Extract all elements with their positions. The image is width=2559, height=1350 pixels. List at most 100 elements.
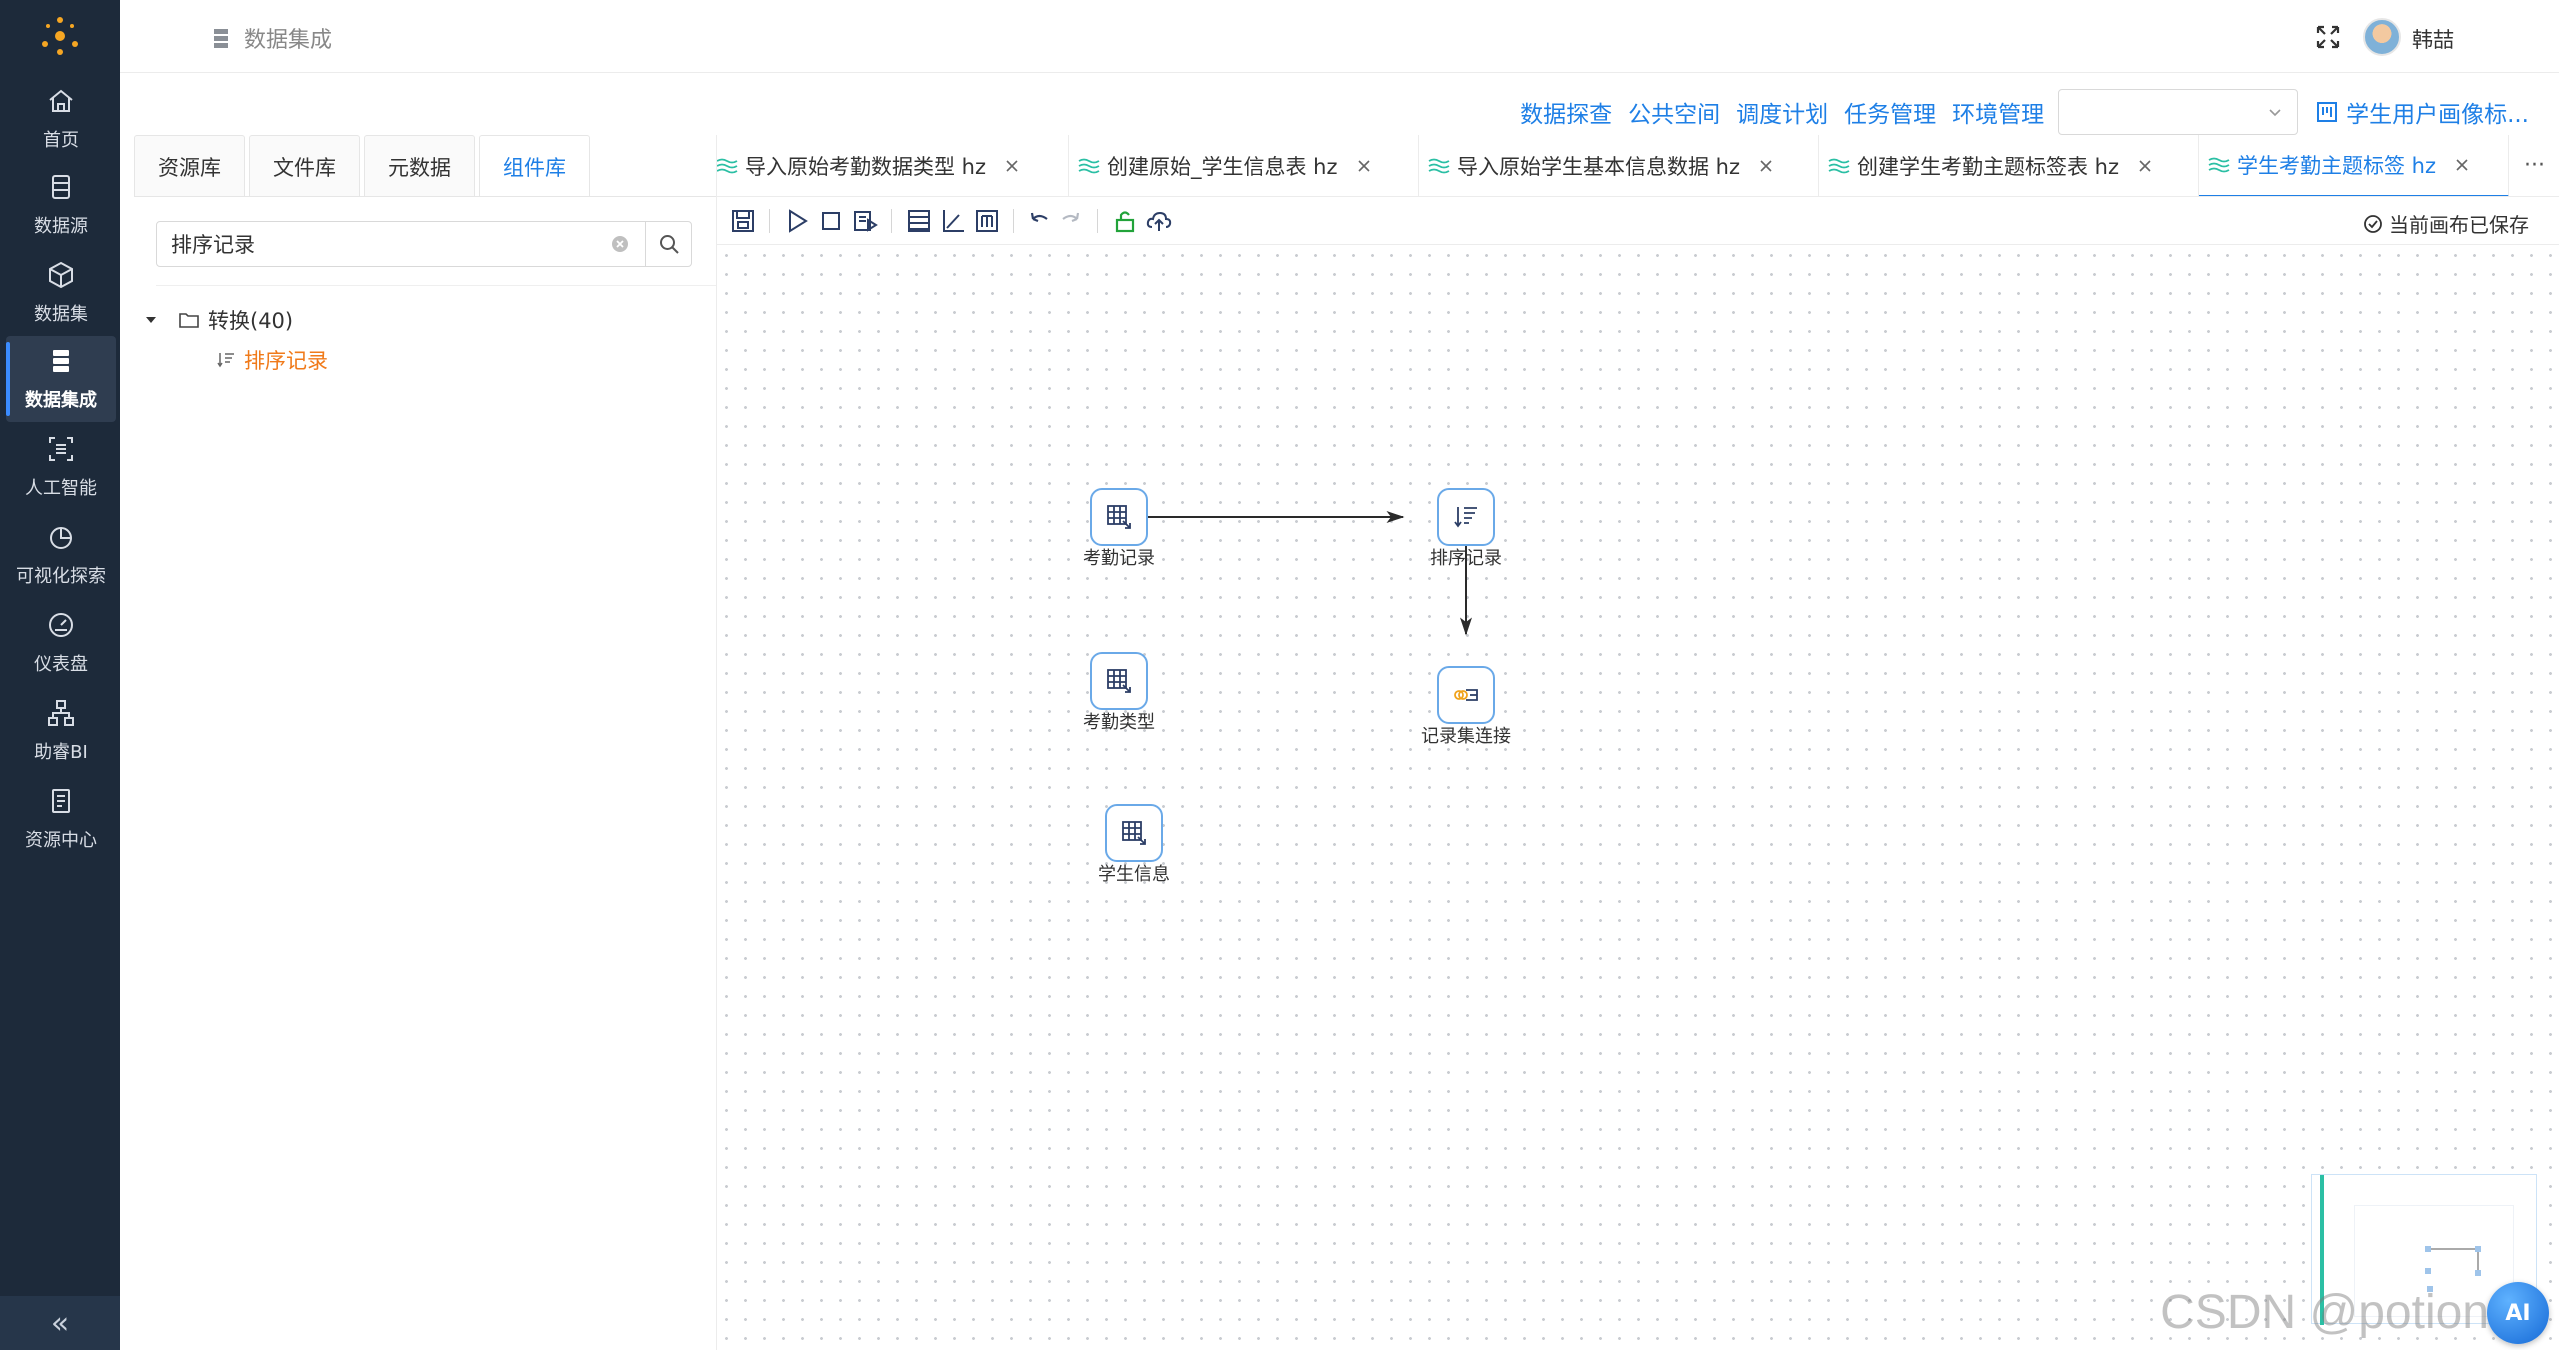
caret-down-icon[interactable] — [144, 313, 158, 327]
node-student-info[interactable] — [1105, 804, 1163, 862]
transform-icon — [717, 158, 738, 174]
node-merge-join[interactable] — [1437, 666, 1495, 724]
search-button[interactable] — [645, 222, 691, 266]
sidebar-collapse-button[interactable]: « — [0, 1296, 120, 1350]
tree-item-sort-records[interactable]: 排序记录 — [144, 340, 328, 380]
student-profile-label: 学生用户画像标... — [2346, 102, 2529, 128]
grid-icon[interactable] — [973, 207, 1001, 235]
more-tabs-button[interactable]: ··· — [2524, 153, 2545, 178]
nav-item-resource-center[interactable]: 资源中心 — [6, 776, 116, 862]
transform-icon — [2208, 157, 2230, 173]
unlock-icon[interactable] — [1111, 207, 1139, 235]
link-schedule-plan[interactable]: 调度计划 — [1736, 95, 1828, 129]
server-stack-icon — [214, 29, 228, 48]
home-icon — [49, 89, 73, 112]
nav-label-data-integration: 数据集成 — [25, 390, 97, 411]
nav-item-datasource[interactable]: 数据源 — [6, 162, 116, 248]
undo-icon[interactable] — [1025, 207, 1053, 235]
stop-icon[interactable] — [817, 207, 845, 235]
upload-icon[interactable] — [1145, 207, 1173, 235]
search-input[interactable] — [157, 222, 611, 266]
flow-canvas[interactable]: 考勤记录 排序记录 考勤类型 记录集连接 学生信息 CSDN @potion A… — [717, 246, 2559, 1350]
nav-item-ai[interactable]: 人工智能 — [6, 424, 116, 510]
tab-resource-library[interactable]: 资源库 — [134, 135, 245, 197]
node-label: 排序记录 — [1430, 548, 1502, 569]
doc-tab-label: 学生考勤主题标签 hz — [2237, 154, 2437, 178]
transform-icon — [1828, 158, 1850, 174]
doc-tab-2[interactable]: 创建原始_学生信息表 hz — [1069, 135, 1419, 196]
panel-tabs: 资源库 文件库 元数据 组件库 — [134, 135, 594, 197]
transform-icon — [1078, 158, 1100, 174]
nav-label-dataset: 数据集 — [34, 304, 88, 325]
tab-metadata[interactable]: 元数据 — [364, 135, 475, 197]
fullscreen-icon[interactable] — [2315, 24, 2341, 50]
tree-folder-transform[interactable]: 转换(40) — [144, 300, 328, 340]
align-icon[interactable] — [939, 207, 967, 235]
component-search — [156, 221, 692, 267]
nav-item-dataset[interactable]: 数据集 — [6, 250, 116, 336]
sort-icon — [1454, 507, 1477, 528]
doc-tab-5-active[interactable]: 学生考勤主题标签 hz — [2199, 135, 2509, 196]
username[interactable]: 韩喆 — [2412, 24, 2454, 54]
link-data-explore[interactable]: 数据探查 — [1520, 95, 1612, 129]
avatar[interactable] — [2363, 18, 2401, 56]
breadcrumb-label: 数据集成 — [244, 28, 333, 53]
toolbar-separator — [1097, 209, 1098, 233]
cube-icon — [49, 261, 73, 289]
close-icon[interactable] — [2137, 158, 2153, 174]
ai-assistant-button[interactable]: AI — [2487, 1282, 2549, 1344]
nav-label-bi: 助睿BI — [34, 742, 88, 763]
panel-tab-divider — [134, 196, 716, 197]
close-icon[interactable] — [1004, 158, 1020, 174]
close-icon[interactable] — [2454, 157, 2470, 173]
nav-item-bi[interactable]: 助睿BI — [6, 688, 116, 774]
link-public-space[interactable]: 公共空间 — [1628, 95, 1720, 129]
toolbar-separator — [769, 209, 770, 233]
layout-icon[interactable] — [905, 207, 933, 235]
doc-tab-1[interactable]: 导入原始考勤数据类型 hz — [717, 135, 1069, 196]
redo-icon[interactable] — [1057, 207, 1085, 235]
board-icon — [2317, 102, 2338, 122]
pie-chart-icon — [50, 527, 72, 549]
server-stack-icon — [53, 350, 69, 372]
table-input-icon — [1107, 505, 1131, 529]
nav-item-visual-explore[interactable]: 可视化探索 — [6, 512, 116, 598]
node-label: 考勤类型 — [1083, 712, 1155, 733]
close-icon[interactable] — [1356, 158, 1372, 174]
clear-icon[interactable] — [611, 235, 629, 253]
link-env-manage[interactable]: 环境管理 — [1952, 95, 2044, 129]
document-tabs: 导入原始考勤数据类型 hz 创建原始_学生信息表 hz 导入原始学生基本信息数据… — [717, 135, 2559, 197]
collapse-icon: « — [50, 1305, 70, 1341]
top-links-bar: 数据探查 公共空间 调度计划 任务管理 环境管理 学生用户画像标... — [1504, 89, 2529, 135]
node-sort-records[interactable] — [1437, 488, 1495, 546]
ai-scan-icon — [49, 437, 73, 461]
sort-icon — [217, 353, 234, 368]
nav-item-dashboard[interactable]: 仪表盘 — [6, 600, 116, 686]
link-task-manage[interactable]: 任务管理 — [1844, 95, 1936, 129]
doc-tab-label: 创建原始_学生信息表 hz — [1107, 155, 1338, 179]
nav-label-datasource: 数据源 — [34, 216, 88, 237]
environment-select[interactable] — [2058, 89, 2299, 135]
run-icon[interactable] — [783, 207, 811, 235]
breadcrumb: 数据集成 — [210, 22, 332, 54]
transform-icon — [1428, 158, 1450, 174]
ai-button-label: AI — [2505, 1300, 2531, 1326]
panel-divider — [156, 285, 716, 286]
nav-item-data-integration[interactable]: 数据集成 — [6, 336, 116, 422]
close-icon[interactable] — [1758, 158, 1774, 174]
student-profile-link[interactable]: 学生用户画像标... — [2316, 95, 2529, 129]
doc-tab-3[interactable]: 导入原始学生基本信息数据 hz — [1419, 135, 1819, 196]
save-icon[interactable] — [729, 207, 757, 235]
app-logo-icon[interactable] — [38, 14, 82, 58]
doc-tab-4[interactable]: 创建学生考勤主题标签表 hz — [1819, 135, 2199, 196]
node-attendance-records[interactable] — [1090, 488, 1148, 546]
nav-item-home[interactable]: 首页 — [6, 76, 116, 162]
node-attendance-types[interactable] — [1090, 652, 1148, 710]
toolbar-separator — [1013, 209, 1014, 233]
preview-run-icon[interactable] — [851, 207, 879, 235]
save-status-label: 当前画布已保存 — [2389, 213, 2529, 237]
tab-component-library[interactable]: 组件库 — [479, 135, 590, 197]
doc-tab-label: 导入原始考勤数据类型 hz — [745, 155, 987, 179]
nav-label-resource-center: 资源中心 — [25, 830, 97, 851]
tab-file-library[interactable]: 文件库 — [249, 135, 360, 197]
